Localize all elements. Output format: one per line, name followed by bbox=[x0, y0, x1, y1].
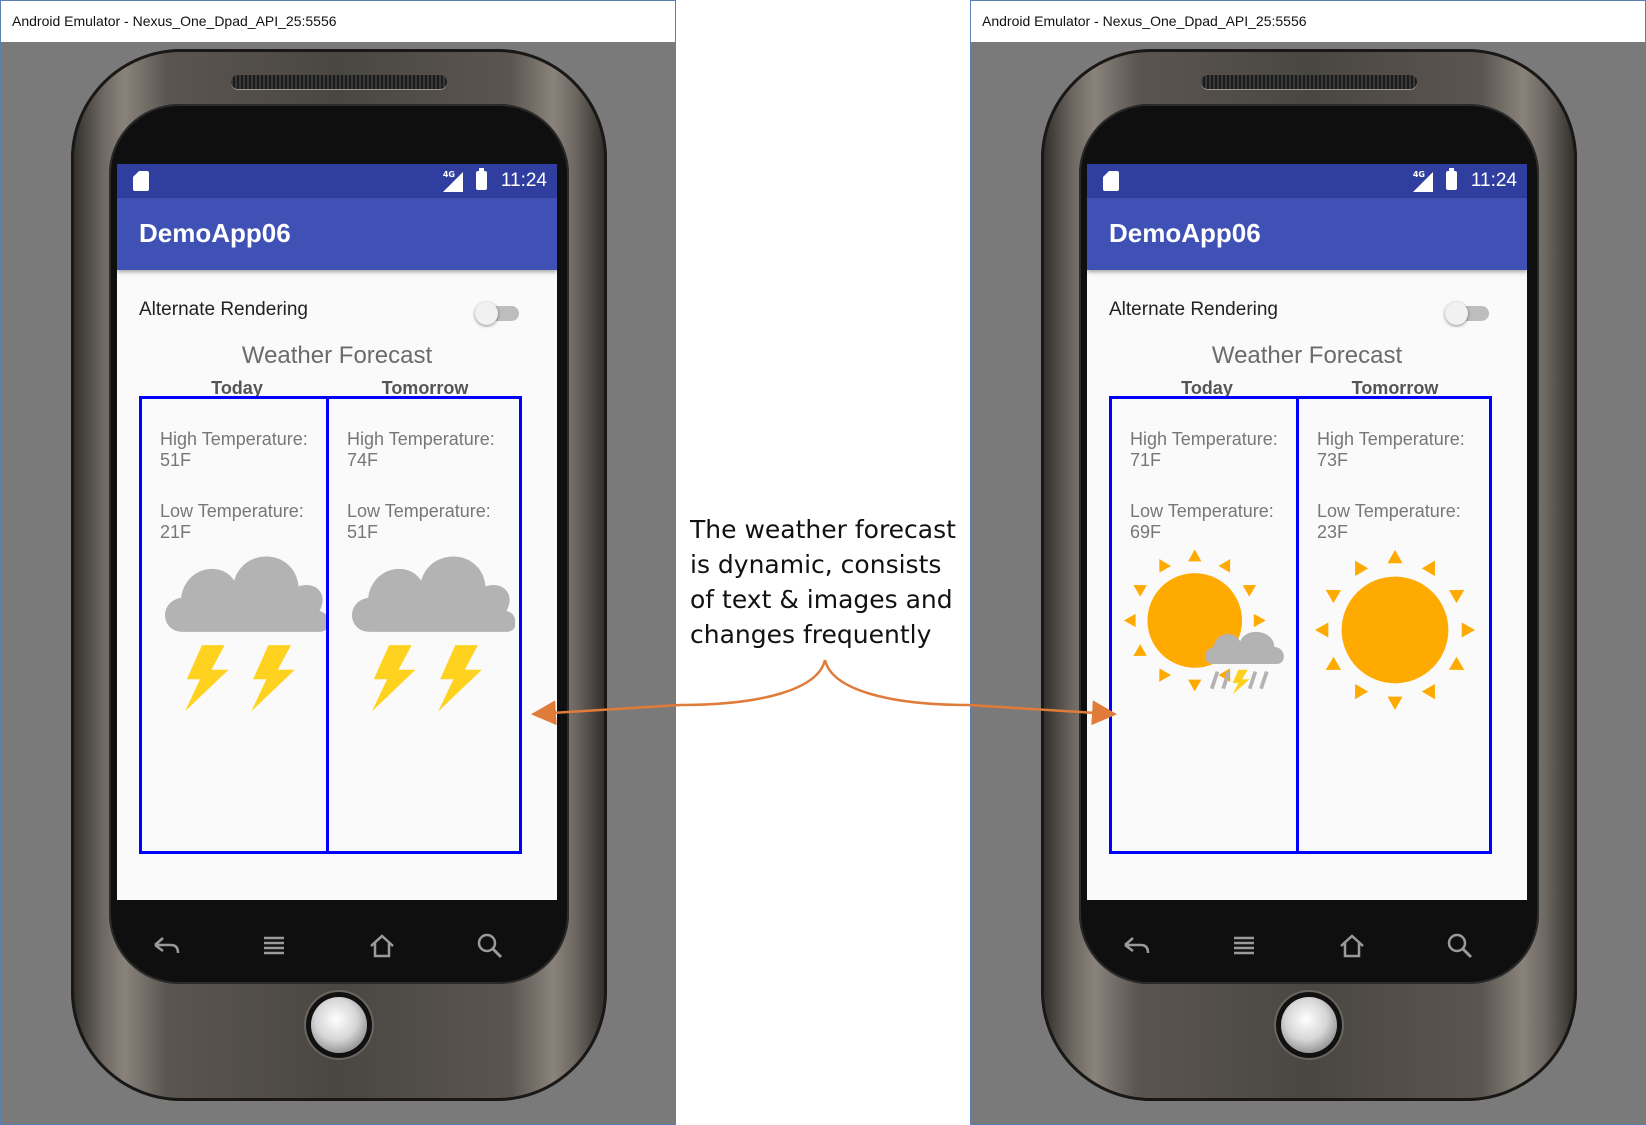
low-temp-label: Low Temperature: bbox=[347, 501, 491, 521]
low-temp-label: Low Temperature: bbox=[1317, 501, 1461, 521]
menu-icon[interactable] bbox=[1229, 931, 1259, 961]
signal-icon bbox=[443, 172, 463, 192]
window-title: Android Emulator - Nexus_One_Dpad_API_25… bbox=[971, 1, 1645, 42]
sun-with-storm-cloud-icon bbox=[1118, 539, 1284, 695]
search-icon[interactable] bbox=[475, 931, 505, 961]
emulator-window-right: Android Emulator - Nexus_One_Dpad_API_25… bbox=[970, 0, 1646, 1125]
alternate-rendering-label: Alternate Rendering bbox=[139, 299, 308, 320]
forecast-panel-tomorrow: High Temperature: 74F Low Temperature: 5… bbox=[326, 396, 522, 854]
navigation-bar bbox=[1087, 917, 1527, 977]
forecast-title: Weather Forecast bbox=[1211, 342, 1403, 369]
sd-card-icon bbox=[133, 171, 149, 191]
phone-device: 4G 11:24 DemoApp06 Alternate Rendering W… bbox=[71, 49, 607, 1101]
alternate-rendering-switch[interactable] bbox=[475, 302, 521, 325]
home-icon[interactable] bbox=[367, 931, 397, 961]
high-temp-value: 71F bbox=[1130, 450, 1162, 470]
switch-thumb[interactable] bbox=[475, 302, 498, 325]
high-temp-value: 51F bbox=[160, 450, 192, 470]
thunderstorm-icon bbox=[165, 556, 328, 712]
signal-icon bbox=[1413, 172, 1433, 192]
forecast-panel-tomorrow: High Temperature: 73F Low Temperature: 2… bbox=[1296, 396, 1492, 854]
search-icon[interactable] bbox=[1445, 931, 1475, 961]
annotation-line: of text & images and bbox=[690, 585, 953, 614]
high-temp-value: 74F bbox=[347, 450, 379, 470]
window-title: Android Emulator - Nexus_One_Dpad_API_25… bbox=[1, 1, 675, 42]
thunderstorm-icon bbox=[352, 556, 515, 712]
trackball-button[interactable] bbox=[1281, 997, 1337, 1053]
navigation-bar bbox=[117, 917, 557, 977]
low-temp-label: Low Temperature: bbox=[1130, 501, 1274, 521]
menu-icon[interactable] bbox=[259, 931, 289, 961]
alternate-rendering-switch[interactable] bbox=[1445, 302, 1491, 325]
speaker-grille bbox=[1201, 75, 1417, 89]
speaker-grille bbox=[231, 75, 447, 89]
switch-thumb[interactable] bbox=[1445, 302, 1468, 325]
annotation-line: is dynamic, consists bbox=[690, 550, 942, 579]
phone-device: 4G 11:24 DemoApp06 Alternate Rendering W… bbox=[1041, 49, 1577, 1101]
high-temp-label: High Temperature: bbox=[160, 429, 308, 449]
status-clock: 11:24 bbox=[500, 170, 547, 191]
annotation-text: The weather forecast is dynamic, consist… bbox=[690, 512, 960, 652]
app-bar: DemoApp06 bbox=[117, 198, 557, 270]
status-bar: 4G 11:24 bbox=[117, 164, 557, 198]
battery-icon bbox=[1446, 168, 1457, 190]
high-temp-label: High Temperature: bbox=[347, 429, 495, 449]
alternate-rendering-label: Alternate Rendering bbox=[1109, 299, 1278, 320]
annotation-line: The weather forecast bbox=[690, 515, 956, 544]
phone-screen: 4G 11:24 DemoApp06 Alternate Rendering W… bbox=[117, 164, 557, 900]
sun-icon bbox=[1305, 539, 1485, 719]
status-clock: 11:24 bbox=[1470, 170, 1517, 191]
forecast-panel-today: High Temperature: 71F Low Temperature: 6… bbox=[1109, 396, 1305, 854]
low-temp-label: Low Temperature: bbox=[160, 501, 304, 521]
app-title: DemoApp06 bbox=[1109, 218, 1261, 248]
battery-icon bbox=[476, 168, 487, 190]
high-temp-label: High Temperature: bbox=[1130, 429, 1278, 449]
app-bar: DemoApp06 bbox=[1087, 198, 1527, 270]
back-icon[interactable] bbox=[1121, 931, 1151, 961]
forecast-title: Weather Forecast bbox=[241, 342, 433, 369]
sd-card-icon bbox=[1103, 171, 1119, 191]
back-icon[interactable] bbox=[151, 931, 181, 961]
status-bar: 4G 11:24 bbox=[1087, 164, 1527, 198]
high-temp-value: 73F bbox=[1317, 450, 1349, 470]
forecast-panel-today: High Temperature: 51F Low Temperature: 2… bbox=[139, 396, 335, 854]
trackball-button[interactable] bbox=[311, 997, 367, 1053]
home-icon[interactable] bbox=[1337, 931, 1367, 961]
high-temp-label: High Temperature: bbox=[1317, 429, 1465, 449]
annotation-line: changes frequently bbox=[690, 620, 932, 649]
app-title: DemoApp06 bbox=[139, 218, 291, 248]
phone-screen: 4G 11:24 DemoApp06 Alternate Rendering W… bbox=[1087, 164, 1527, 900]
emulator-window-left: Android Emulator - Nexus_One_Dpad_API_25… bbox=[0, 0, 676, 1125]
